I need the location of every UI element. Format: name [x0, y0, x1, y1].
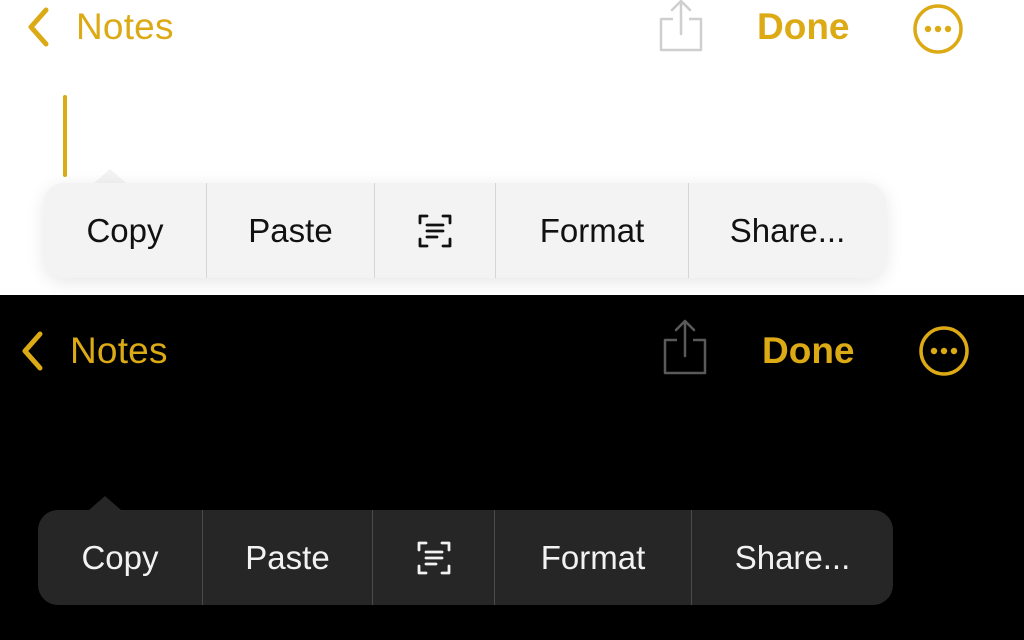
share-menu-item[interactable]: Share... [688, 183, 886, 278]
back-button[interactable]: Notes [26, 6, 174, 48]
format-menu-item[interactable]: Format [495, 183, 688, 278]
text-cursor [63, 95, 67, 177]
more-options-icon[interactable] [912, 3, 964, 55]
share-menu-item[interactable]: Share... [691, 510, 893, 605]
back-button[interactable]: Notes [20, 330, 168, 372]
edit-menu: Copy Paste Format Share... [38, 510, 893, 605]
chevron-left-icon [22, 331, 43, 371]
done-button[interactable]: Done [762, 330, 855, 372]
back-label: Notes [70, 330, 168, 371]
more-options-icon[interactable] [918, 325, 970, 377]
share-icon[interactable] [656, 0, 706, 52]
chevron-left-icon [28, 7, 49, 47]
paste-menu-item[interactable]: Paste [202, 510, 372, 605]
copy-menu-item[interactable]: Copy [44, 183, 206, 278]
menu-pointer [89, 496, 121, 510]
edit-menu: Copy Paste Format Share... [44, 183, 886, 278]
dark-mode-panel: Notes Done Copy Paste Format Share... [0, 295, 1024, 640]
copy-menu-item[interactable]: Copy [38, 510, 202, 605]
share-icon[interactable] [660, 319, 710, 375]
format-menu-item[interactable]: Format [494, 510, 691, 605]
scan-text-menu-item[interactable] [374, 183, 495, 278]
done-button[interactable]: Done [757, 6, 850, 48]
menu-pointer [94, 169, 126, 183]
scan-text-menu-item[interactable] [372, 510, 494, 605]
scan-text-icon [417, 541, 450, 574]
back-label: Notes [76, 6, 174, 47]
scan-text-icon [418, 214, 452, 247]
light-mode-panel: Notes Done Copy Paste Format Share... [0, 0, 1024, 295]
paste-menu-item[interactable]: Paste [206, 183, 374, 278]
